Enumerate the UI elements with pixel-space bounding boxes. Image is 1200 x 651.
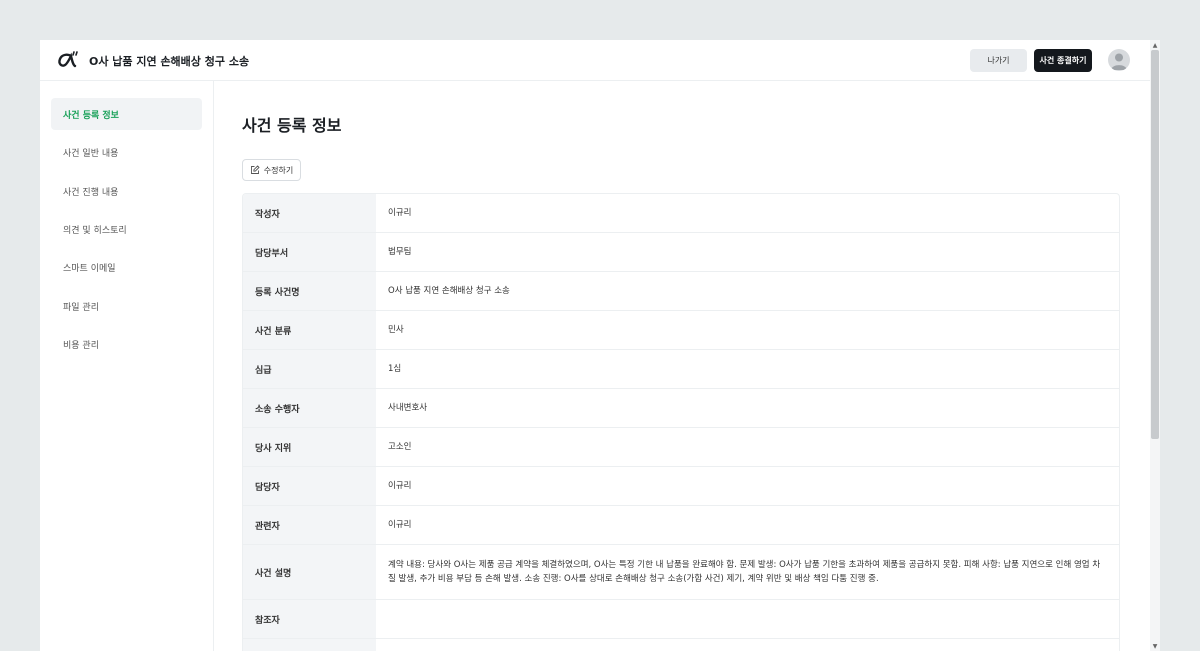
scroll-up-arrow-icon[interactable]: ▲ bbox=[1150, 40, 1160, 50]
table-row: 담당자 이규리 bbox=[243, 467, 1119, 506]
table-row: 참조자 bbox=[243, 600, 1119, 639]
table-row: 등록 사건명 O사 납품 지연 손해배상 청구 소송 bbox=[243, 272, 1119, 311]
exit-button[interactable]: 나가기 bbox=[970, 49, 1027, 72]
row-value: 법무팀 bbox=[388, 247, 412, 257]
row-label: 당사 지위 bbox=[243, 428, 376, 466]
row-label: 작성자 bbox=[243, 194, 376, 232]
row-label: 사건 설명 bbox=[243, 545, 376, 599]
table-row: 당사 지위 고소인 bbox=[243, 428, 1119, 467]
case-title: O사 납품 지연 손해배상 청구 소송 bbox=[89, 55, 250, 68]
row-value: 이규리 bbox=[388, 481, 412, 491]
top-header: O사 납품 지연 손해배상 청구 소송 나가기 사건 종결하기 bbox=[40, 40, 1150, 81]
app-window: O사 납품 지연 손해배상 청구 소송 나가기 사건 종결하기 사건 등록 정보… bbox=[40, 40, 1160, 651]
sidebar: 사건 등록 정보 사건 일반 내용 사건 진행 내용 의견 및 히스토리 스마트… bbox=[40, 81, 214, 651]
registration-info-table: 작성자 이규리 담당부서 법무팀 등록 사건명 O사 납품 지연 손해배상 청구… bbox=[242, 193, 1120, 651]
row-label: 담당부서 bbox=[243, 233, 376, 271]
sidebar-item-opinions-history[interactable]: 의견 및 히스토리 bbox=[51, 213, 202, 245]
row-value: 민사 bbox=[388, 325, 404, 335]
row-label: 등록 사건명 bbox=[243, 272, 376, 310]
table-row: 관련자 이규리 bbox=[243, 506, 1119, 545]
sidebar-item-cost-management[interactable]: 비용 관리 bbox=[51, 328, 202, 360]
table-row: 심급 1심 bbox=[243, 350, 1119, 389]
table-row: 담당부서 법무팀 bbox=[243, 233, 1119, 272]
close-case-button[interactable]: 사건 종결하기 bbox=[1034, 49, 1092, 72]
user-avatar-icon[interactable] bbox=[1108, 49, 1130, 71]
row-label: 담당자 bbox=[243, 467, 376, 505]
scrollbar-thumb[interactable] bbox=[1151, 50, 1159, 439]
row-value: 계약 내용: 당사와 O사는 제품 공급 계약을 체결하였으며, O사는 특정 … bbox=[388, 560, 1101, 584]
row-label: 관련자 bbox=[243, 506, 376, 544]
row-label: 참조자 bbox=[243, 600, 376, 638]
edit-button[interactable]: 수정하기 bbox=[242, 159, 301, 181]
sidebar-item-file-management[interactable]: 파일 관리 bbox=[51, 290, 202, 322]
row-value bbox=[376, 639, 1119, 651]
row-label: 사건 분류 bbox=[243, 311, 376, 349]
table-row: 소송 수행자 사내변호사 bbox=[243, 389, 1119, 428]
row-value bbox=[376, 600, 1119, 638]
row-value: 사내변호사 bbox=[388, 403, 428, 413]
row-value: 이규리 bbox=[388, 520, 412, 530]
row-label: 소송 수행자 bbox=[243, 389, 376, 427]
sidebar-item-general-content[interactable]: 사건 일반 내용 bbox=[51, 136, 202, 168]
table-row bbox=[243, 639, 1119, 651]
page-title: 사건 등록 정보 bbox=[242, 116, 342, 135]
row-value: O사 납품 지연 손해배상 청구 소송 bbox=[388, 286, 510, 296]
row-value: 이규리 bbox=[388, 208, 412, 218]
row-label: 심급 bbox=[243, 350, 376, 388]
sidebar-item-progress-content[interactable]: 사건 진행 내용 bbox=[51, 175, 202, 207]
vertical-scrollbar[interactable]: ▲ ▼ bbox=[1150, 40, 1160, 651]
sidebar-item-registration-info[interactable]: 사건 등록 정보 bbox=[51, 98, 202, 130]
row-value: 1심 bbox=[388, 364, 402, 374]
table-row: 작성자 이규리 bbox=[243, 194, 1119, 233]
row-value: 고소인 bbox=[388, 442, 412, 452]
row-label bbox=[243, 639, 376, 651]
edit-button-label: 수정하기 bbox=[263, 165, 294, 175]
pencil-square-icon bbox=[250, 165, 260, 174]
table-row: 사건 설명 계약 내용: 당사와 O사는 제품 공급 계약을 체결하였으며, O… bbox=[243, 545, 1119, 600]
table-row: 사건 분류 민사 bbox=[243, 311, 1119, 350]
scroll-down-arrow-icon[interactable]: ▼ bbox=[1150, 641, 1160, 651]
alpha-logo-icon[interactable] bbox=[56, 50, 80, 70]
sidebar-item-smart-email[interactable]: 스마트 이메일 bbox=[51, 251, 202, 283]
